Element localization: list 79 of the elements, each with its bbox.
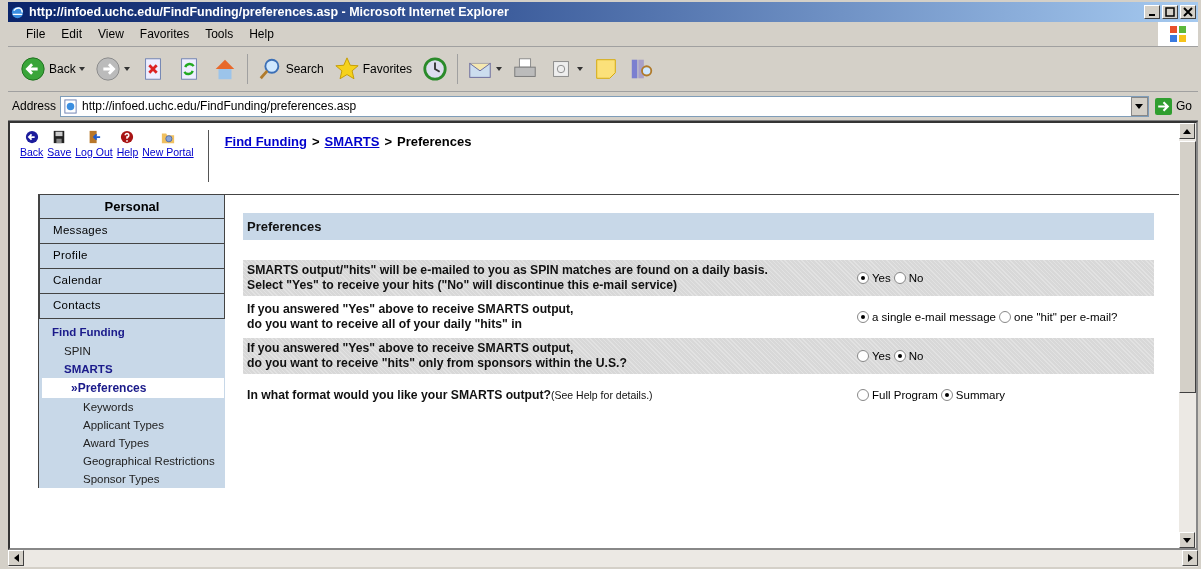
window-title: http://infoed.uchc.edu/FindFunding/preferences.asp - Microsoft Internet Explorer [29,5,510,19]
sidebar-link[interactable]: Geographical Restrictions [83,452,225,470]
star-icon [333,56,360,82]
radio-button[interactable] [857,389,869,401]
breadcrumb-link[interactable]: Find Funding [224,134,307,149]
portal-link[interactable]: Save [47,130,72,158]
menu-item[interactable]: Help [241,27,282,41]
breadcrumb-current: Preferences [397,134,472,149]
toolbar-button[interactable]: Favorites [329,54,417,84]
portal-link[interactable]: New Portal [142,130,194,158]
windows-logo-icon [1158,22,1198,46]
toolbar-button[interactable]: Search [252,54,328,84]
caret-icon [1135,103,1144,109]
sidebar-link[interactable]: Applicant Types [83,416,225,434]
scroll-up-icon [1183,128,1191,134]
question-text: If you answered "Yes" above to receive SMARTS output, do you want to receive "hits" only from sponsors within the U.S.? [247,341,628,371]
radio-option[interactable]: No [893,272,924,284]
sidebar-link[interactable]: Keywords [83,398,225,416]
back-arrow-icon [24,130,39,144]
panel-title: Preferences [243,213,1154,240]
question-text: If you answered "Yes" above to receive SMARTS output, do you want to receive all of your daily "hits" in [247,302,575,332]
question-text: SMARTS output/"hits" will be e-mailed to you as SPIN matches are found on a daily basis. Select "Yes" to receive your hits ("No" will discontinue this e-mail service) [247,263,769,293]
radio-option[interactable]: Yes [857,350,891,362]
radio-option[interactable]: No [893,350,924,362]
radio-option[interactable]: Yes [857,272,891,284]
sidebar-section[interactable]: Find Funding [39,324,225,342]
radio-button[interactable] [893,272,906,284]
sidebar-tab[interactable]: Calendar [39,269,225,294]
sidebar-tab[interactable]: Messages [39,219,225,244]
scroll-left-icon [13,554,19,562]
breadcrumb-link[interactable]: SMARTS [324,134,380,149]
browser-logo-icon [10,4,25,20]
menu-item[interactable]: Favorites [131,27,198,41]
menu-item[interactable]: Tools [197,27,242,41]
page-icon [63,98,79,114]
scroll-down-icon [1183,537,1191,543]
portal-link[interactable]: Back [20,130,44,158]
arrow-icon [1155,97,1172,115]
portal-link[interactable]: Log Out [75,130,113,158]
menu-item[interactable]: Edit [53,27,91,41]
minimize-button[interactable] [1144,5,1160,19]
close-icon [1183,7,1193,17]
sidebar-link[interactable]: Sponsor Types [83,470,225,488]
address-label: Address [12,99,57,113]
breadcrumb-separator: > [384,134,392,149]
history-icon [422,56,449,82]
sidebar-tab[interactable]: Contacts [39,294,225,319]
portal-link[interactable]: Help [116,130,139,158]
radio-button[interactable] [857,350,869,362]
breadcrumb-separator: > [311,134,320,149]
radio-button[interactable] [940,389,953,401]
menu-item[interactable]: View [90,27,132,41]
radio-option[interactable]: a single e-mail message [857,311,996,323]
maximize-button[interactable] [1162,5,1178,19]
dropdown-button[interactable] [1131,96,1148,116]
vertical-scrollbar[interactable] [1179,123,1196,548]
sidebar-link[interactable]: SMARTS [64,360,225,378]
sidebar-header: Personal [39,195,225,219]
radio-button[interactable] [857,272,869,284]
radio-button[interactable] [893,350,906,362]
sidebar-link[interactable]: SPIN [64,342,225,360]
radio-option[interactable]: one "hit" per e-mail? [999,311,1118,323]
radio-button[interactable] [857,311,869,323]
maximize-icon [1165,7,1175,17]
menu-item[interactable]: File [18,27,54,41]
radio-option[interactable]: Full Program [857,389,938,401]
sidebar-link[interactable]: Award Types [83,434,225,452]
radio-option[interactable]: Summary [940,389,1006,401]
go-button[interactable]: Go [1153,97,1198,115]
toolbar-button[interactable]: Back [16,54,89,84]
minimize-icon [1149,14,1155,16]
question-text: In what format would you like your SMARTS output?(See Help for details.) [247,387,654,403]
horizontal-scrollbar[interactable] [8,550,1198,567]
help-icon [120,130,135,144]
close-button[interactable] [1180,5,1196,19]
radio-button[interactable] [999,311,1011,323]
address-field[interactable]: http://infoed.uchc.edu/FindFunding/preferences.asp [60,95,1149,117]
scroll-right-icon [1187,554,1193,562]
sidebar-tab[interactable]: Profile [39,244,225,269]
